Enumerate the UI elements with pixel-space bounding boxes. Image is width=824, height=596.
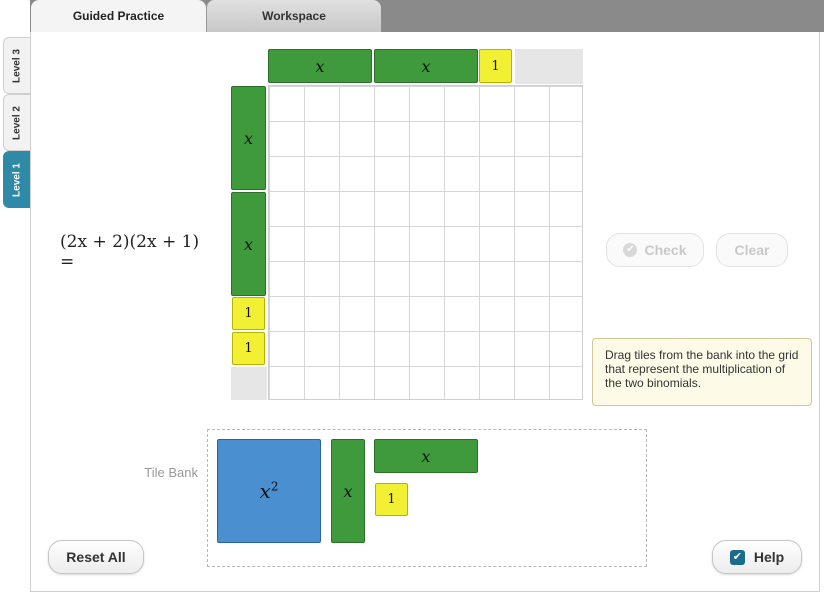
checkbox-checked-icon[interactable]: ✔ xyxy=(729,549,745,565)
top-factor-x-tile[interactable]: x xyxy=(268,49,372,83)
header-empty-cell xyxy=(515,49,583,84)
left-factor-x-tile[interactable]: x xyxy=(231,86,266,190)
level-3-tab[interactable]: Level 3 xyxy=(3,37,30,94)
bank-x-squared-tile[interactable]: x2 xyxy=(217,439,321,543)
left-factor-unit-tile[interactable]: 1 xyxy=(232,332,265,365)
level-1-tab[interactable]: Level 1 xyxy=(3,151,30,208)
level-2-tab[interactable]: Level 2 xyxy=(3,94,30,151)
tile-bank-label: Tile Bank xyxy=(144,465,198,480)
help-button-label: Help xyxy=(753,549,785,565)
left-factor-x-tile[interactable]: x xyxy=(231,192,266,296)
reset-all-button[interactable]: Reset All xyxy=(48,540,144,574)
product-grid[interactable] xyxy=(268,85,583,400)
top-factor-unit-tile[interactable]: 1 xyxy=(479,49,512,83)
equation-text: (2x + 2)(2x + 1) = xyxy=(60,232,200,272)
bank-vertical-x-tile[interactable]: x xyxy=(331,439,365,543)
level-1-label: Level 1 xyxy=(11,162,23,197)
tab-guided-practice[interactable]: Guided Practice xyxy=(31,0,206,32)
x-squared-label: x2 xyxy=(259,479,279,503)
hint-message: Drag tiles from the bank into the grid t… xyxy=(592,338,812,406)
top-factor-x-tile[interactable]: x xyxy=(374,49,478,83)
bank-horizontal-x-tile[interactable]: x xyxy=(374,439,478,473)
check-circle-icon: ✔ xyxy=(623,243,638,257)
clear-button[interactable]: Clear xyxy=(716,233,788,267)
header-empty-cell xyxy=(231,367,267,400)
check-button[interactable]: ✔ Check xyxy=(606,233,704,267)
left-factor-unit-tile[interactable]: 1 xyxy=(232,297,265,330)
tab-workspace[interactable]: Workspace xyxy=(206,0,381,32)
level-2-label: Level 2 xyxy=(11,105,23,140)
check-button-label: Check xyxy=(644,242,687,258)
help-button[interactable]: ✔ Help xyxy=(712,540,802,574)
bank-unit-tile[interactable]: 1 xyxy=(375,483,408,516)
level-3-label: Level 3 xyxy=(11,48,23,83)
